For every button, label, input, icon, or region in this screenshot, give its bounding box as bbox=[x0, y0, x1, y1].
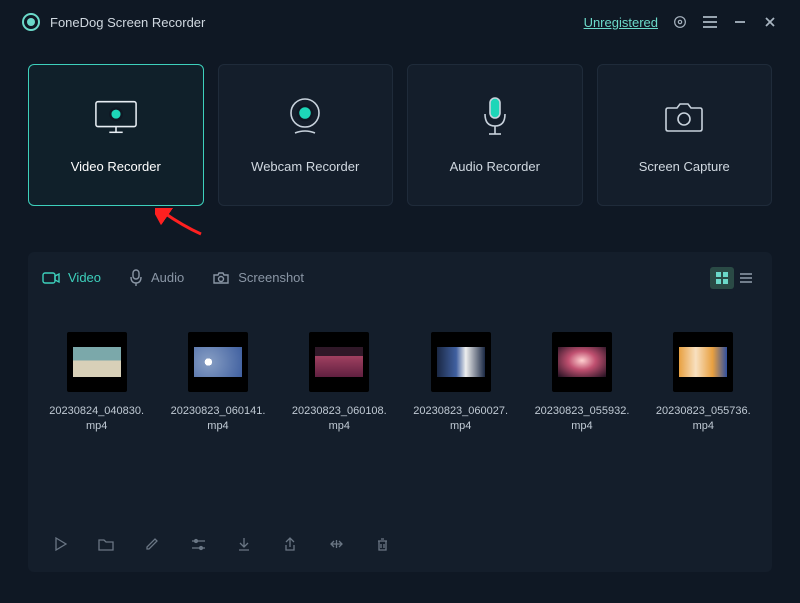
thumbnail bbox=[309, 332, 369, 392]
mic-icon bbox=[129, 269, 143, 287]
feature-cards: Video Recorder Webcam Recorder Audio Rec… bbox=[0, 44, 800, 216]
file-name: 20230823_060141.mp4 bbox=[169, 404, 266, 435]
file-name: 20230823_060108.mp4 bbox=[291, 404, 388, 435]
file-name: 20230823_055736.mp4 bbox=[655, 404, 752, 435]
thumbnail bbox=[188, 332, 248, 392]
grid-view-button[interactable] bbox=[710, 267, 734, 289]
feature-label: Audio Recorder bbox=[450, 159, 540, 174]
thumbnail bbox=[673, 332, 733, 392]
recordings-grid: 20230824_040830.mp4 20230823_060141.mp4 … bbox=[42, 304, 758, 526]
sliders-button[interactable] bbox=[188, 534, 208, 554]
tab-audio[interactable]: Audio bbox=[129, 269, 184, 287]
tab-label: Video bbox=[68, 270, 101, 285]
edit-button[interactable] bbox=[142, 534, 162, 554]
export-button[interactable] bbox=[280, 534, 300, 554]
feature-label: Video Recorder bbox=[71, 159, 161, 174]
download-button[interactable] bbox=[234, 534, 254, 554]
file-name: 20230824_040830.mp4 bbox=[48, 404, 145, 435]
microphone-icon bbox=[473, 97, 517, 137]
webcam-icon bbox=[283, 97, 327, 137]
play-button[interactable] bbox=[50, 534, 70, 554]
close-button[interactable] bbox=[762, 14, 778, 30]
registration-status-link[interactable]: Unregistered bbox=[584, 15, 658, 30]
file-name: 20230823_055932.mp4 bbox=[533, 404, 630, 435]
settings-gear-icon[interactable] bbox=[672, 14, 688, 30]
video-icon bbox=[42, 271, 60, 285]
feature-audio-recorder[interactable]: Audio Recorder bbox=[407, 64, 583, 206]
titlebar: FoneDog Screen Recorder Unregistered bbox=[0, 0, 800, 44]
app-title: FoneDog Screen Recorder bbox=[50, 15, 205, 30]
feature-screen-capture[interactable]: Screen Capture bbox=[597, 64, 773, 206]
titlebar-left: FoneDog Screen Recorder bbox=[22, 13, 205, 31]
tab-screenshot[interactable]: Screenshot bbox=[212, 270, 304, 285]
minimize-button[interactable] bbox=[732, 14, 748, 30]
cut-button[interactable] bbox=[326, 534, 346, 554]
tab-video[interactable]: Video bbox=[42, 270, 101, 285]
feature-webcam-recorder[interactable]: Webcam Recorder bbox=[218, 64, 394, 206]
menu-icon[interactable] bbox=[702, 14, 718, 30]
monitor-record-icon bbox=[94, 97, 138, 137]
thumbnail bbox=[431, 332, 491, 392]
recording-item[interactable]: 20230823_055932.mp4 bbox=[533, 332, 630, 526]
recording-item[interactable]: 20230823_055736.mp4 bbox=[655, 332, 752, 526]
feature-video-recorder[interactable]: Video Recorder bbox=[28, 64, 204, 206]
camera-icon bbox=[212, 271, 230, 285]
thumbnail bbox=[67, 332, 127, 392]
app-logo-icon bbox=[22, 13, 40, 31]
thumbnail bbox=[552, 332, 612, 392]
recording-item[interactable]: 20230823_060027.mp4 bbox=[412, 332, 509, 526]
tab-label: Audio bbox=[151, 270, 184, 285]
file-name: 20230823_060027.mp4 bbox=[412, 404, 509, 435]
list-view-button[interactable] bbox=[734, 267, 758, 289]
feature-label: Webcam Recorder bbox=[251, 159, 359, 174]
recording-item[interactable]: 20230824_040830.mp4 bbox=[48, 332, 145, 526]
delete-button[interactable] bbox=[372, 534, 392, 554]
titlebar-right: Unregistered bbox=[584, 14, 778, 30]
library-tabs: Video Audio Screenshot bbox=[42, 252, 758, 304]
library-toolbar bbox=[42, 526, 758, 558]
recordings-library: Video Audio Screenshot 20230824_040830.m… bbox=[28, 252, 772, 572]
tab-label: Screenshot bbox=[238, 270, 304, 285]
camera-icon bbox=[662, 97, 706, 137]
recording-item[interactable]: 20230823_060141.mp4 bbox=[169, 332, 266, 526]
view-toggle bbox=[710, 267, 758, 289]
folder-button[interactable] bbox=[96, 534, 116, 554]
feature-label: Screen Capture bbox=[639, 159, 730, 174]
recording-item[interactable]: 20230823_060108.mp4 bbox=[291, 332, 388, 526]
